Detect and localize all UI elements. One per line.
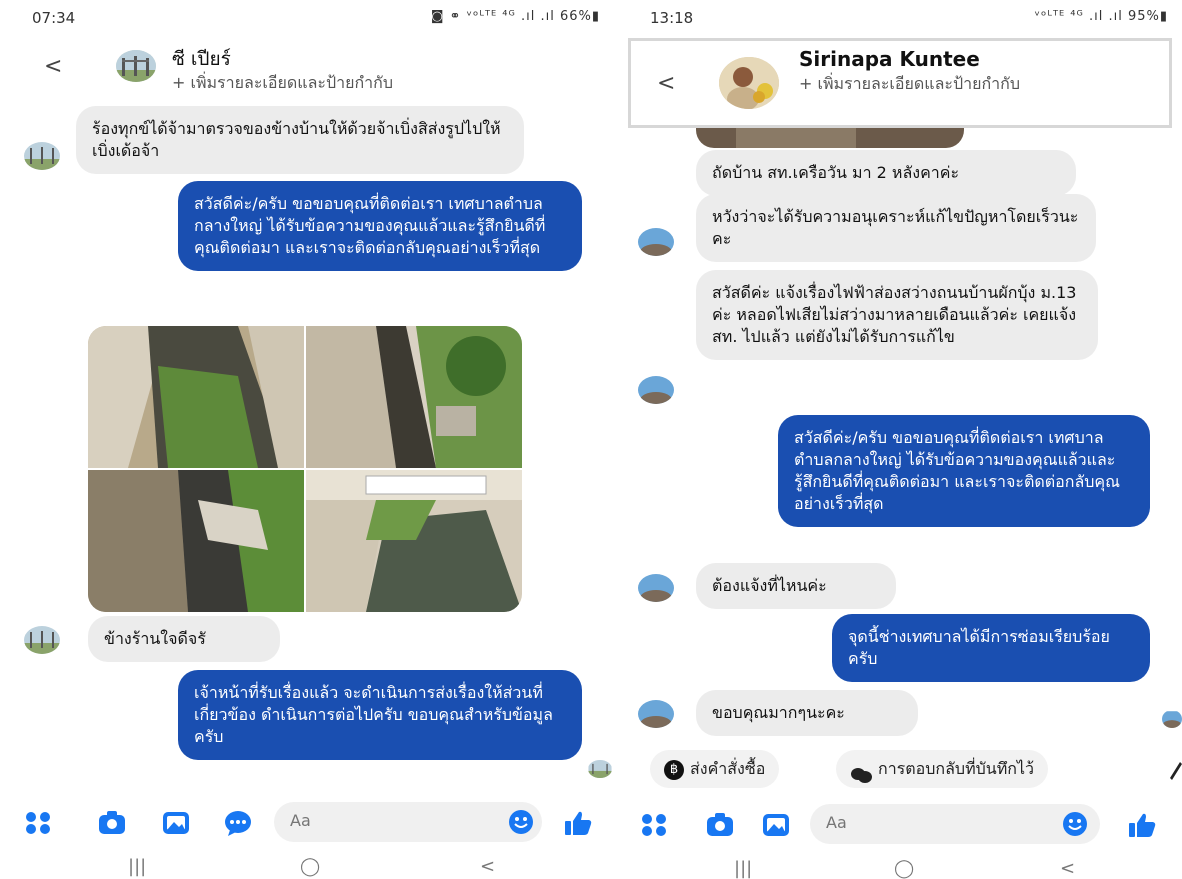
saved-replies-label: การตอบกลับที่บันทึกไว้: [878, 759, 1034, 778]
recent-apps-button[interactable]: |||: [734, 858, 752, 879]
message-bubble-in[interactable]: ร้องทุกข์ได้จ้ามาตรวจของข้างบ้านให้ด้วยจ…: [76, 106, 524, 174]
chat-bubble-icon[interactable]: [224, 810, 252, 836]
home-button[interactable]: ◯: [894, 858, 914, 879]
system-nav-bar: ||| ◯ <: [620, 848, 1182, 879]
right-chat-screen: 13:18 ᵛᵒᴸᵀᴱ ⁴ᴳ .ıl .ıl 95%▮ < Sirinapa K…: [620, 0, 1182, 879]
photo-drain-2[interactable]: [306, 326, 522, 468]
sender-avatar[interactable]: [638, 228, 674, 256]
message-bubble-in[interactable]: หวังว่าจะได้รับความอนุเคราะห์แก้ไขปัญหาโ…: [696, 194, 1096, 262]
edit-pencil-icon[interactable]: [1168, 760, 1182, 780]
read-receipt-avatar: [1162, 710, 1182, 728]
status-icons: ᵛᵒᴸᵀᴱ ⁴ᴳ .ıl .ıl 95%▮: [1034, 9, 1168, 24]
message-bubble-out[interactable]: สวัสดีค่ะ/ครับ ขอขอบคุณที่ติดต่อเรา เทศบ…: [778, 415, 1150, 527]
left-chat-screen: 07:34 ◙ ⚭ ᵛᵒᴸᵀᴱ ⁴ᴳ .ıl .ıl 66%▮ < ซี เปี…: [0, 0, 614, 879]
gallery-icon[interactable]: [162, 810, 190, 836]
message-input[interactable]: [826, 813, 986, 832]
gallery-icon[interactable]: [762, 812, 790, 838]
nav-back-button[interactable]: <: [480, 856, 495, 877]
photo-drain-3[interactable]: [88, 470, 304, 612]
sender-avatar[interactable]: [24, 626, 60, 654]
message-bubble-in[interactable]: ข้างร้านใจดีจรั: [88, 616, 280, 662]
read-receipt-avatar: [588, 760, 612, 778]
home-button[interactable]: ◯: [300, 856, 320, 877]
status-icons: ◙ ⚭ ᵛᵒᴸᵀᴱ ⁴ᴳ .ıl .ıl 66%▮: [430, 9, 600, 24]
avatar[interactable]: [116, 50, 156, 82]
status-time: 07:34: [32, 9, 76, 27]
emoji-icon[interactable]: [508, 809, 534, 835]
chat-header: < Sirinapa Kuntee + เพิ่มรายละเอียดและป้…: [628, 38, 1172, 128]
message-input-box[interactable]: [810, 804, 1100, 844]
sender-avatar[interactable]: [638, 574, 674, 602]
saved-replies-chip[interactable]: การตอบกลับที่บันทึกไว้: [836, 750, 1048, 788]
photo-drain-4[interactable]: [306, 470, 522, 612]
status-bar: 13:18 ᵛᵒᴸᵀᴱ ⁴ᴳ .ıl .ıl 95%▮: [620, 0, 1182, 36]
like-thumb-icon[interactable]: [564, 810, 592, 836]
message-bubble-in[interactable]: ถัดบ้าน สท.เครือวัน มา 2 หลังคาค่ะ: [696, 150, 1076, 196]
sender-avatar[interactable]: [638, 700, 674, 728]
contact-name[interactable]: Sirinapa Kuntee: [799, 47, 980, 71]
status-bar: 07:34 ◙ ⚭ ᵛᵒᴸᵀᴱ ⁴ᴳ .ıl .ıl 66%▮: [0, 0, 614, 36]
composer-toolbar: [0, 798, 614, 848]
contact-name[interactable]: ซี เปียร์: [172, 44, 231, 74]
like-thumb-icon[interactable]: [1128, 812, 1156, 838]
message-bubble-out[interactable]: สวัสดีค่ะ/ครับ ขอขอบคุณที่ติดต่อเรา เทศบ…: [178, 181, 582, 271]
sender-avatar[interactable]: [638, 376, 674, 404]
emoji-icon[interactable]: [1062, 811, 1088, 837]
nav-back-button[interactable]: <: [1060, 858, 1075, 879]
apps-grid-icon[interactable]: [640, 812, 668, 838]
add-details-link[interactable]: + เพิ่มรายละเอียดและป้ายกำกับ: [172, 72, 393, 94]
message-bubble-in[interactable]: ต้องแจ้งที่ไหนค่ะ: [696, 563, 896, 609]
back-arrow-icon[interactable]: <: [657, 71, 675, 96]
message-input-box[interactable]: [274, 802, 542, 842]
system-nav-bar: ||| ◯ <: [0, 846, 614, 879]
saved-reply-icon: [850, 761, 872, 783]
apps-grid-icon[interactable]: [24, 810, 52, 836]
recent-apps-button[interactable]: |||: [128, 856, 146, 877]
camera-icon[interactable]: [706, 812, 734, 838]
back-arrow-icon[interactable]: <: [44, 54, 62, 79]
baht-icon: ฿: [664, 759, 684, 780]
add-details-link[interactable]: + เพิ่มรายละเอียดและป้ายกำกับ: [799, 73, 1059, 95]
message-input[interactable]: [290, 811, 450, 830]
send-order-chip[interactable]: ฿ ส่งคำสั่งซื้อ: [650, 750, 780, 788]
sender-avatar[interactable]: [24, 142, 60, 170]
send-order-label: ส่งคำสั่งซื้อ: [690, 759, 766, 778]
camera-icon[interactable]: [98, 810, 126, 836]
avatar[interactable]: [719, 57, 779, 109]
message-bubble-in[interactable]: ขอบคุณมากๆนะคะ: [696, 690, 918, 736]
photo-drain-1[interactable]: [88, 326, 304, 468]
message-bubble-in[interactable]: สวัสดีค่ะ แจ้งเรื่องไฟฟ้าส่องสว่างถนนบ้า…: [696, 270, 1098, 360]
composer-toolbar: [620, 800, 1182, 850]
status-time: 13:18: [650, 9, 694, 27]
message-bubble-out[interactable]: เจ้าหน้าที่รับเรื่องแล้ว จะดำเนินการส่งเ…: [178, 670, 582, 760]
message-bubble-out[interactable]: จุดนี้ช่างเทศบาลได้มีการซ่อมเรียบร้อยครั…: [832, 614, 1150, 682]
chat-header: < ซี เปียร์ + เพิ่มรายละเอียดและป้ายกำกั…: [0, 36, 614, 102]
